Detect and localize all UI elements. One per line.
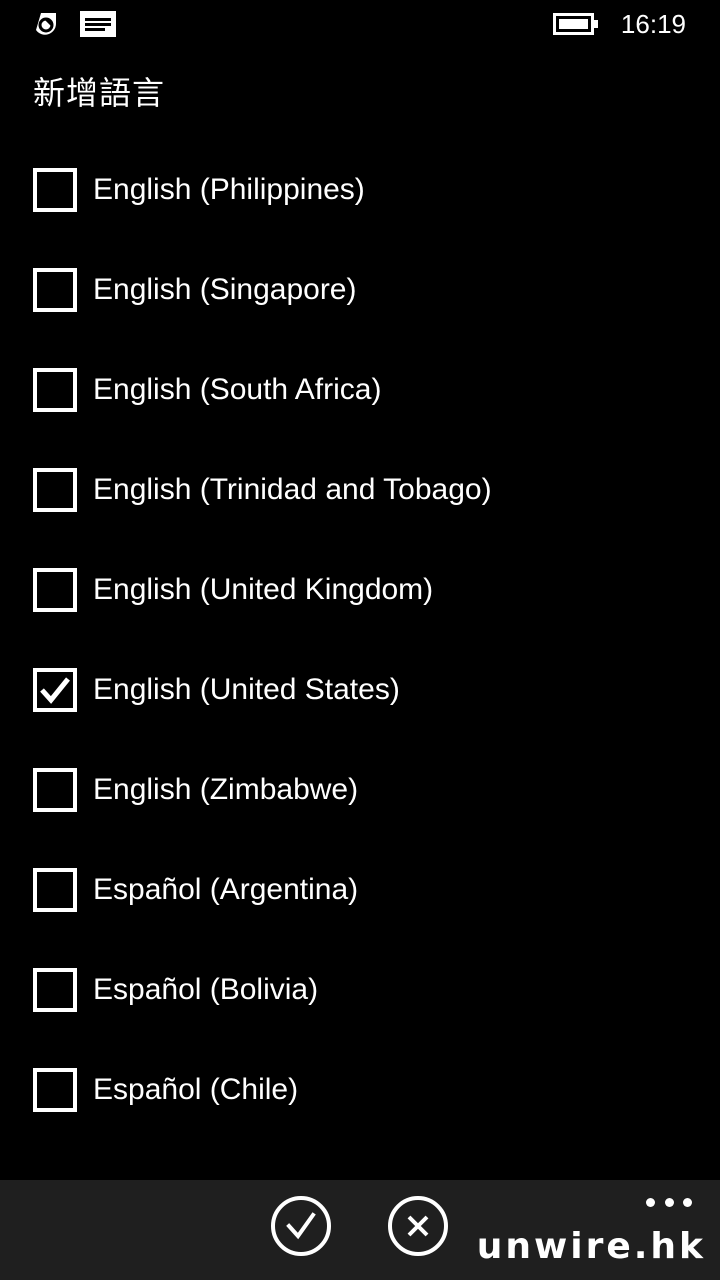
checkbox[interactable] [33,868,77,912]
language-label: English (Zimbabwe) [93,773,359,806]
checkbox[interactable] [33,168,77,212]
language-row[interactable]: Español (Argentina) [0,840,720,940]
checkbox[interactable] [33,768,77,812]
checkbox[interactable] [33,368,77,412]
status-icons-left [32,10,116,38]
message-icon [80,11,116,37]
language-label: English (South Africa) [93,373,382,406]
checkmark-icon [40,677,70,704]
language-row[interactable]: English (Zimbabwe) [0,740,720,840]
language-label: English (United Kingdom) [93,573,434,606]
checkbox-checked[interactable] [33,668,77,712]
app-bar: unwire.hk [0,1180,720,1280]
page-title: 新增語言 [33,74,166,112]
language-label: English (Philippines) [93,173,365,206]
checkbox[interactable] [33,268,77,312]
cancel-icon [407,1215,429,1237]
language-row[interactable]: English (United States) [0,640,720,740]
language-label: Español (Argentina) [93,873,359,906]
language-label: English (Trinidad and Tobago) [93,473,492,506]
cancel-button[interactable] [388,1196,448,1256]
status-bar: 16:19 [0,0,720,48]
checkbox[interactable] [33,568,77,612]
check-icon [286,1212,316,1240]
language-row[interactable]: English (South Africa) [0,340,720,440]
checkbox[interactable] [33,968,77,1012]
language-label: Español (Chile) [93,1073,299,1106]
watermark: unwire.hk [476,1226,706,1267]
battery-icon [552,13,598,35]
accept-button[interactable] [271,1196,331,1256]
language-row[interactable]: English (Trinidad and Tobago) [0,440,720,540]
status-icons-right: 16:19 [552,8,686,40]
checkbox[interactable] [33,468,77,512]
status-time: 16:19 [620,9,686,39]
more-dot [646,1197,655,1207]
more-dot [664,1197,674,1207]
checkbox[interactable] [33,1068,77,1112]
more-dot [683,1197,692,1207]
language-label: Español (Bolivia) [93,973,319,1006]
language-label: English (United States) [93,673,400,706]
more-button[interactable] [646,1192,692,1212]
language-label: English (Singapore) [93,273,357,306]
language-list[interactable]: English (Philippines) English (Singapore)… [0,140,720,1180]
language-row[interactable]: Español (Bolivia) [0,940,720,1040]
language-row[interactable]: English (United Kingdom) [0,540,720,640]
language-row[interactable]: Español (Chile) [0,1040,720,1140]
sync-icon [36,13,56,35]
language-row[interactable]: English (Philippines) [0,140,720,240]
language-row[interactable]: English (Singapore) [0,240,720,340]
